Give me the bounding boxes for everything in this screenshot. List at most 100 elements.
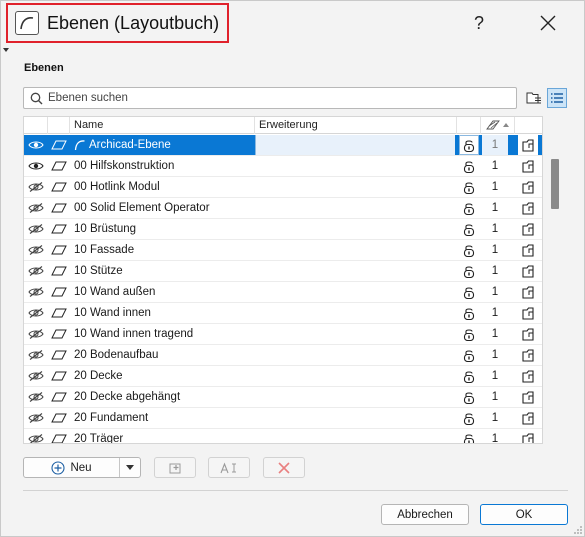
lock-icon[interactable] <box>459 345 479 365</box>
lock-icon[interactable] <box>459 303 479 323</box>
cancel-button[interactable]: Abbrechen <box>381 504 469 525</box>
layer-extension-cell[interactable] <box>255 219 455 239</box>
wireframe-icon[interactable] <box>518 135 538 155</box>
eye-hidden-icon[interactable] <box>26 408 46 428</box>
lock-icon[interactable] <box>459 366 479 386</box>
layer-extension-cell[interactable] <box>255 177 455 197</box>
search-field[interactable] <box>23 87 517 109</box>
intersection-group-number[interactable]: 1 <box>482 303 508 323</box>
layer-name-cell[interactable]: 10 Wand außen <box>74 282 254 302</box>
eye-hidden-icon[interactable] <box>26 303 46 323</box>
layer-name-cell[interactable]: 10 Wand innen <box>74 303 254 323</box>
lock-icon[interactable] <box>459 177 479 197</box>
new-layer-combination-button[interactable] <box>154 457 196 478</box>
layer-extension-cell[interactable] <box>255 387 455 407</box>
intersection-group-number[interactable]: 1 <box>482 198 508 218</box>
layer-extension-cell[interactable] <box>255 429 455 443</box>
intersection-group-number[interactable]: 1 <box>482 156 508 176</box>
table-row[interactable]: 20 Decke abgehängt 1 <box>24 387 542 408</box>
intersection-group-number[interactable]: 1 <box>482 177 508 197</box>
wireframe-icon[interactable] <box>518 408 538 428</box>
lock-icon[interactable] <box>459 219 479 239</box>
lock-icon[interactable] <box>459 156 479 176</box>
layer-name-cell[interactable]: 20 Fundament <box>74 408 254 428</box>
layer-name-cell[interactable]: 20 Decke <box>74 366 254 386</box>
layer-name-cell[interactable]: 00 Hilfskonstruktion <box>74 156 254 176</box>
header-visibility[interactable] <box>24 117 48 134</box>
eye-hidden-icon[interactable] <box>26 345 46 365</box>
wireframe-icon[interactable] <box>518 429 538 443</box>
wireframe-icon[interactable] <box>518 387 538 407</box>
layer-name-cell[interactable]: 20 Bodenaufbau <box>74 345 254 365</box>
eye-hidden-icon[interactable] <box>26 324 46 344</box>
lock-icon[interactable] <box>459 429 479 443</box>
wireframe-icon[interactable] <box>518 177 538 197</box>
eye-hidden-icon[interactable] <box>26 366 46 386</box>
intersection-group-number[interactable]: 1 <box>482 324 508 344</box>
header-layer-type[interactable] <box>48 117 70 134</box>
layer-extension-cell[interactable] <box>255 240 455 260</box>
intersection-group-number[interactable]: 1 <box>482 387 508 407</box>
wireframe-icon[interactable] <box>518 240 538 260</box>
wireframe-icon[interactable] <box>518 303 538 323</box>
intersection-group-number[interactable]: 1 <box>482 345 508 365</box>
intersection-group-number[interactable]: 1 <box>482 282 508 302</box>
table-row[interactable]: 20 Träger 1 <box>24 429 542 443</box>
new-layer-button[interactable]: Neu <box>24 458 120 477</box>
lock-icon[interactable] <box>459 240 479 260</box>
lock-icon[interactable] <box>459 261 479 281</box>
help-button[interactable]: ? <box>467 9 491 37</box>
wireframe-icon[interactable] <box>518 324 538 344</box>
table-row[interactable]: 10 Fassade 1 <box>24 240 542 261</box>
lock-icon[interactable] <box>459 198 479 218</box>
eye-hidden-icon[interactable] <box>26 177 46 197</box>
layer-extension-cell[interactable] <box>255 345 455 365</box>
layer-name-cell[interactable]: 10 Fassade <box>74 240 254 260</box>
table-row[interactable]: 10 Brüstung 1 <box>24 219 542 240</box>
eye-hidden-icon[interactable] <box>26 261 46 281</box>
layer-name-cell[interactable]: 00 Hotlink Modul <box>74 177 254 197</box>
table-row[interactable]: 00 Hilfskonstruktion 1 <box>24 156 542 177</box>
lock-icon[interactable] <box>459 408 479 428</box>
vertical-scrollbar[interactable] <box>549 134 561 446</box>
wireframe-icon[interactable] <box>518 156 538 176</box>
table-row[interactable]: 20 Decke 1 <box>24 366 542 387</box>
eye-hidden-icon[interactable] <box>26 387 46 407</box>
delete-layer-button[interactable] <box>263 457 305 478</box>
header-wireframe[interactable] <box>515 117 542 134</box>
intersection-group-number[interactable]: 1 <box>482 135 508 155</box>
new-layer-dropdown[interactable] <box>120 458 140 477</box>
table-row[interactable]: 10 Stütze 1 <box>24 261 542 282</box>
folder-view-button[interactable] <box>524 88 544 108</box>
wireframe-icon[interactable] <box>518 366 538 386</box>
layer-name-cell[interactable]: 10 Stütze <box>74 261 254 281</box>
layer-extension-cell[interactable] <box>255 408 455 428</box>
layer-name-cell[interactable]: 10 Wand innen tragend <box>74 324 254 344</box>
layer-extension-cell[interactable] <box>255 198 455 218</box>
wireframe-icon[interactable] <box>518 219 538 239</box>
wireframe-icon[interactable] <box>518 282 538 302</box>
layer-extension-cell[interactable] <box>255 261 455 281</box>
header-lock[interactable] <box>457 117 481 134</box>
intersection-group-number[interactable]: 1 <box>482 219 508 239</box>
intersection-group-number[interactable]: 1 <box>482 240 508 260</box>
search-input[interactable] <box>48 92 498 104</box>
header-name[interactable]: Name <box>70 117 255 134</box>
eye-hidden-icon[interactable] <box>26 198 46 218</box>
table-row[interactable]: 10 Wand innen tragend 1 <box>24 324 542 345</box>
layer-name-cell[interactable]: 10 Brüstung <box>74 219 254 239</box>
eye-icon[interactable] <box>26 156 46 176</box>
intersection-group-number[interactable]: 1 <box>482 408 508 428</box>
table-row[interactable]: Archicad-Ebene 1 <box>24 135 542 156</box>
eye-icon[interactable] <box>26 135 46 155</box>
lock-icon[interactable] <box>459 282 479 302</box>
layer-name-cell[interactable]: 20 Decke abgehängt <box>74 387 254 407</box>
layer-name-cell[interactable]: 20 Träger <box>74 429 254 443</box>
header-intersection-group[interactable] <box>481 117 515 134</box>
wireframe-icon[interactable] <box>518 198 538 218</box>
table-row[interactable]: 20 Bodenaufbau 1 <box>24 345 542 366</box>
ok-button[interactable]: OK <box>480 504 568 525</box>
rename-layer-button[interactable] <box>208 457 250 478</box>
eye-hidden-icon[interactable] <box>26 429 46 443</box>
table-row[interactable]: 00 Hotlink Modul 1 <box>24 177 542 198</box>
